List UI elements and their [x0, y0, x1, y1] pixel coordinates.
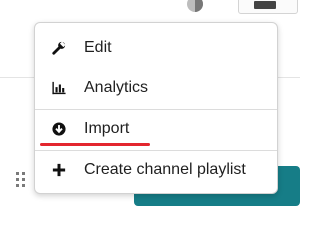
context-menu: Edit Analytics Import Create channel pla… [34, 22, 278, 194]
drag-handle-icon[interactable] [16, 170, 30, 188]
wrench-icon [52, 41, 66, 55]
menu-item-label: Edit [84, 39, 112, 56]
menu-item-label: Create channel playlist [84, 161, 246, 178]
menu-item-analytics[interactable]: Analytics [35, 69, 277, 107]
menu-item-label: Import [84, 120, 130, 137]
highlight-underline [40, 143, 150, 146]
bar-chart-icon [52, 81, 66, 95]
plus-icon [52, 163, 66, 177]
menu-item-label: Analytics [84, 79, 149, 96]
menu-item-edit[interactable]: Edit [35, 29, 277, 67]
download-circle-icon [52, 122, 66, 136]
toolbar-button[interactable] [238, 0, 298, 14]
half-circle-icon[interactable] [187, 0, 203, 12]
menu-item-create-channel-playlist[interactable]: Create channel playlist [35, 151, 277, 189]
